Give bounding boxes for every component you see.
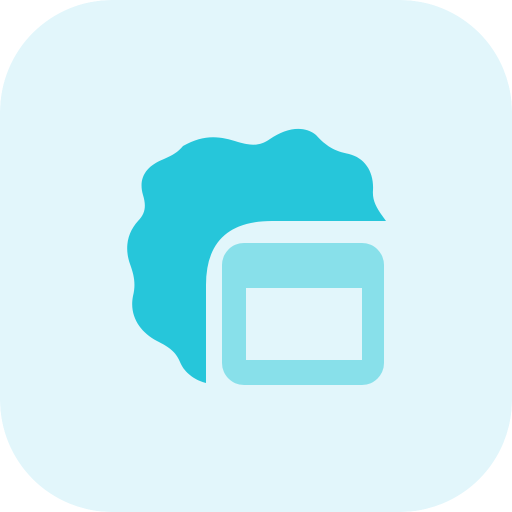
browser-window-icon: [214, 235, 392, 393]
app-icon-tile: [0, 0, 512, 512]
window-pane: [246, 288, 362, 360]
app-settings-window-icon: [0, 0, 512, 512]
